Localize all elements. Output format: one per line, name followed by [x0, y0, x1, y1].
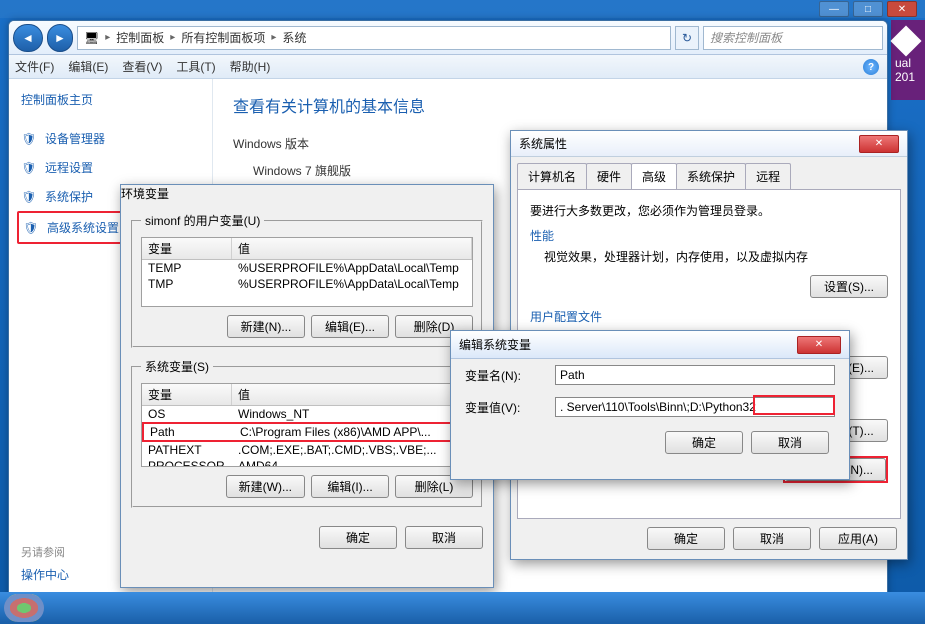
shield-icon: 🛡 [21, 131, 37, 147]
envvars-ok-button[interactable]: 确定 [319, 526, 397, 549]
system-vars-group: 系统变量(S) 变量值 OSWindows_NT PathC:\Program … [131, 358, 483, 508]
vs-logo-icon [890, 25, 921, 56]
start-button[interactable] [4, 594, 44, 622]
search-input[interactable]: 搜索控制面板 [703, 26, 883, 50]
crumb-root[interactable]: 控制面板 [116, 29, 164, 46]
tab-computer-name[interactable]: 计算机名 [517, 163, 587, 189]
system-vars-list[interactable]: 变量值 OSWindows_NT PathC:\Program Files (x… [141, 383, 473, 467]
admin-note: 要进行大多数更改，您必须作为管理员登录。 [530, 202, 888, 219]
sysprops-apply-button[interactable]: 应用(A) [819, 527, 897, 550]
col-val[interactable]: 值 [232, 238, 472, 259]
editvar-cancel-button[interactable]: 取消 [751, 431, 829, 454]
taskbar[interactable] [0, 592, 925, 624]
page-title: 查看有关计算机的基本信息 [233, 93, 867, 117]
sysprops-ok-button[interactable]: 确定 [647, 527, 725, 550]
desktop-titlebar: — □ ✕ [0, 0, 925, 18]
user-new-button[interactable]: 新建(N)... [227, 315, 305, 338]
close-button[interactable]: ✕ [887, 1, 917, 17]
crumb-mid[interactable]: 所有控制面板项 [181, 29, 265, 46]
tab-protection[interactable]: 系统保护 [676, 163, 746, 189]
minimize-button[interactable]: — [819, 1, 849, 17]
editvar-ok-button[interactable]: 确定 [665, 431, 743, 454]
tab-advanced[interactable]: 高级 [631, 163, 677, 189]
menu-file[interactable]: 文件(F) [15, 58, 54, 75]
sidebar-title[interactable]: 控制面板主页 [17, 91, 204, 108]
list-item: TEMP%USERPROFILE%\AppData\Local\Temp [142, 260, 472, 276]
envvars-titlebar[interactable]: 环境变量 [121, 185, 493, 202]
list-item-path: PathC:\Program Files (x86)\AMD APP\... [142, 422, 472, 442]
search-placeholder: 搜索控制面板 [710, 29, 782, 46]
user-vars-list[interactable]: 变量值 TEMP%USERPROFILE%\AppData\Local\Temp… [141, 237, 473, 307]
vs-text1: ual [895, 56, 921, 70]
menu-tools[interactable]: 工具(T) [176, 58, 215, 75]
sys-edit-button[interactable]: 编辑(I)... [311, 475, 389, 498]
user-vars-legend: simonf 的用户变量(U) [141, 212, 264, 229]
user-vars-group: simonf 的用户变量(U) 变量值 TEMP%USERPROFILE%\Ap… [131, 212, 483, 348]
vs-sidebar: ual 201 [891, 20, 925, 100]
sys-new-button[interactable]: 新建(W)... [226, 475, 305, 498]
breadcrumb[interactable]: 🖥 ▸ 控制面板 ▸ 所有控制面板项 ▸ 系统 [77, 26, 671, 50]
envvars-title: 环境变量 [121, 187, 169, 201]
crumb-leaf[interactable]: 系统 [282, 29, 306, 46]
list-item: OSWindows_NT [142, 406, 472, 422]
envvars-cancel-button[interactable]: 取消 [405, 526, 483, 549]
shield-icon: 🛡 [21, 189, 37, 205]
computer-icon: 🖥 [84, 31, 99, 45]
perf-desc: 视觉效果，处理器计划，内存使用，以及虚拟内存 [530, 248, 888, 265]
maximize-button[interactable]: □ [853, 1, 883, 17]
col-var[interactable]: 变量 [142, 384, 232, 405]
menu-help[interactable]: 帮助(H) [230, 58, 271, 75]
col-var[interactable]: 变量 [142, 238, 232, 259]
perf-settings-button[interactable]: 设置(S)... [810, 275, 888, 298]
tab-strip: 计算机名 硬件 高级 系统保护 远程 [511, 157, 907, 189]
varvalue-input[interactable] [555, 397, 835, 417]
address-bar: ◄ ► 🖥 ▸ 控制面板 ▸ 所有控制面板项 ▸ 系统 ↻ 搜索控制面板 [9, 21, 887, 55]
back-button[interactable]: ◄ [13, 24, 43, 52]
shield-icon: 🛡 [23, 220, 39, 236]
menu-bar: 文件(F) 编辑(E) 查看(V) 工具(T) 帮助(H) ? [9, 55, 887, 79]
tab-hardware[interactable]: 硬件 [586, 163, 632, 189]
list-item: PROCESSOR_AR...AMD64 [142, 458, 472, 467]
profile-label: 用户配置文件 [530, 308, 888, 325]
sidebar-remote[interactable]: 🛡远程设置 [17, 153, 204, 182]
tab-remote[interactable]: 远程 [745, 163, 791, 189]
list-item: TMP%USERPROFILE%\AppData\Local\Temp [142, 276, 472, 292]
perf-label: 性能 [530, 227, 888, 244]
forward-button[interactable]: ► [47, 24, 73, 52]
editvar-titlebar[interactable]: 编辑系统变量 ✕ [451, 331, 849, 359]
editvar-title: 编辑系统变量 [459, 336, 531, 353]
shield-icon: 🛡 [21, 160, 37, 176]
vs-text2: 201 [895, 70, 921, 84]
env-vars-dialog: 环境变量 simonf 的用户变量(U) 变量值 TEMP%USERPROFIL… [120, 184, 494, 588]
varname-label: 变量名(N): [465, 367, 545, 384]
col-val[interactable]: 值 [232, 384, 472, 405]
refresh-button[interactable]: ↻ [675, 26, 699, 50]
edit-variable-dialog: 编辑系统变量 ✕ 变量名(N): 变量值(V): 确定 取消 [450, 330, 850, 480]
user-edit-button[interactable]: 编辑(E)... [311, 315, 389, 338]
list-item: PATHEXT.COM;.EXE;.BAT;.CMD;.VBS;.VBE;... [142, 442, 472, 458]
sidebar-device-manager[interactable]: 🛡设备管理器 [17, 124, 204, 153]
sysprops-title: 系统属性 [519, 135, 567, 152]
system-vars-legend: 系统变量(S) [141, 358, 213, 375]
help-icon[interactable]: ? [863, 59, 879, 75]
menu-view[interactable]: 查看(V) [122, 58, 162, 75]
menu-edit[interactable]: 编辑(E) [68, 58, 108, 75]
sysprops-titlebar[interactable]: 系统属性 ✕ [511, 131, 907, 157]
close-icon[interactable]: ✕ [859, 135, 899, 153]
sysprops-cancel-button[interactable]: 取消 [733, 527, 811, 550]
varvalue-label: 变量值(V): [465, 399, 545, 416]
varname-input[interactable] [555, 365, 835, 385]
close-icon[interactable]: ✕ [797, 336, 841, 354]
